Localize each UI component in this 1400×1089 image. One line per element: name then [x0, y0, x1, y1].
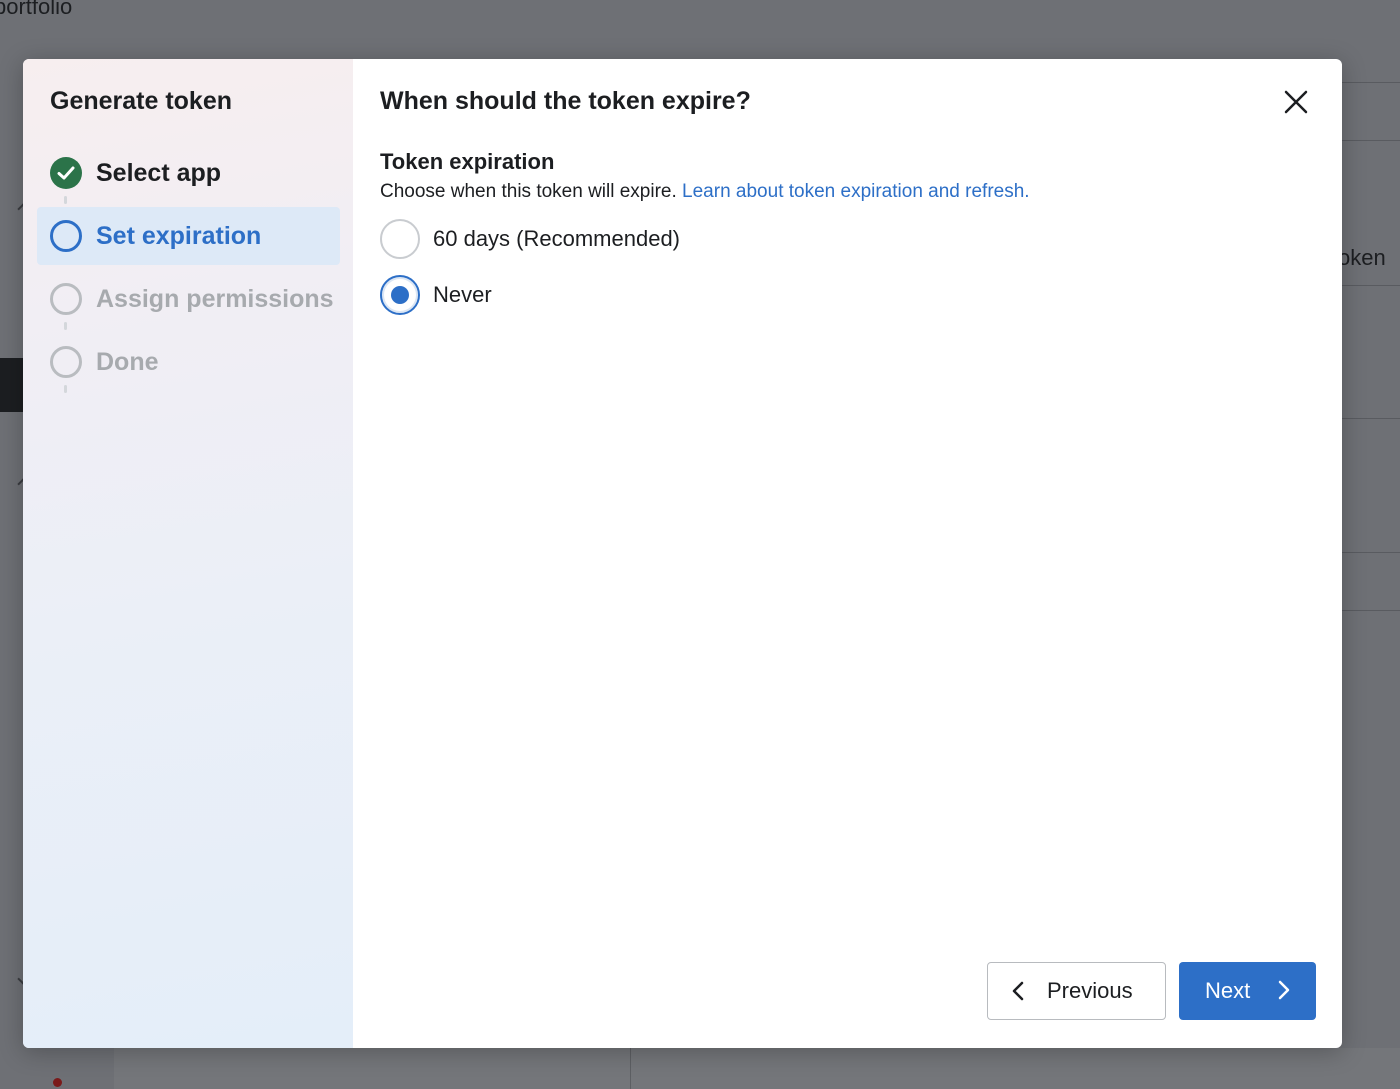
background-bottom-panel	[114, 1048, 1400, 1089]
step-connector	[64, 196, 67, 204]
circle-outline-icon	[50, 283, 82, 315]
step-done[interactable]: Done	[37, 333, 340, 391]
chevron-right-icon	[1278, 980, 1290, 1000]
background-notification-dot	[53, 1078, 62, 1087]
step-set-expiration[interactable]: Set expiration	[37, 207, 340, 265]
section-description: Choose when this token will expire. Lear…	[380, 181, 1030, 203]
circle-outline-icon	[50, 346, 82, 378]
dialog-content: When should the token expire? Token expi…	[353, 59, 1342, 1048]
background-dark-strip	[0, 358, 23, 412]
step-label: Set expiration	[96, 221, 262, 250]
next-label: Next	[1205, 978, 1251, 1003]
learn-more-link[interactable]: Learn about token expiration and refresh…	[682, 181, 1030, 202]
step-select-app[interactable]: Select app	[37, 144, 340, 202]
radio-option-never[interactable]: Never	[380, 275, 492, 315]
radio-button-checked[interactable]	[380, 275, 420, 315]
background-divider	[1342, 552, 1400, 553]
description-text: Choose when this token will expire.	[380, 181, 677, 202]
background-divider	[1342, 140, 1400, 141]
background-divider	[1342, 82, 1400, 83]
background-divider	[1342, 610, 1400, 611]
section-title: Token expiration	[380, 149, 555, 174]
background-header-text: portfolio	[0, 0, 73, 19]
stepper-sidebar: Generate token Select app Set expiration…	[23, 59, 353, 1048]
step-list: Select app Set expiration Assign permiss…	[37, 144, 340, 396]
page-title: When should the token expire?	[380, 87, 751, 115]
radio-label: 60 days (Recommended)	[433, 226, 681, 251]
background-divider	[1342, 285, 1400, 286]
chevron-left-icon	[1012, 981, 1024, 1001]
background-divider	[1342, 418, 1400, 419]
generate-token-dialog: Generate token Select app Set expiration…	[23, 59, 1342, 1048]
check-circle-icon	[50, 157, 82, 189]
radio-option-60-days[interactable]: 60 days (Recommended)	[380, 219, 680, 259]
circle-outline-icon	[50, 220, 82, 252]
step-label: Assign permissions	[96, 284, 334, 313]
sidebar-title: Generate token	[50, 87, 233, 115]
close-icon	[1284, 90, 1308, 114]
step-label: Select app	[96, 158, 222, 187]
radio-button-unchecked[interactable]	[380, 219, 420, 259]
background-partial-label: oken	[1338, 245, 1386, 270]
close-button[interactable]	[1281, 87, 1311, 117]
step-label: Done	[96, 347, 159, 376]
step-assign-permissions[interactable]: Assign permissions	[37, 270, 340, 328]
previous-button[interactable]: Previous	[987, 962, 1166, 1020]
previous-label: Previous	[1047, 978, 1133, 1003]
next-button[interactable]: Next	[1179, 962, 1316, 1020]
background-divider	[630, 1048, 631, 1089]
radio-label: Never	[433, 282, 492, 307]
